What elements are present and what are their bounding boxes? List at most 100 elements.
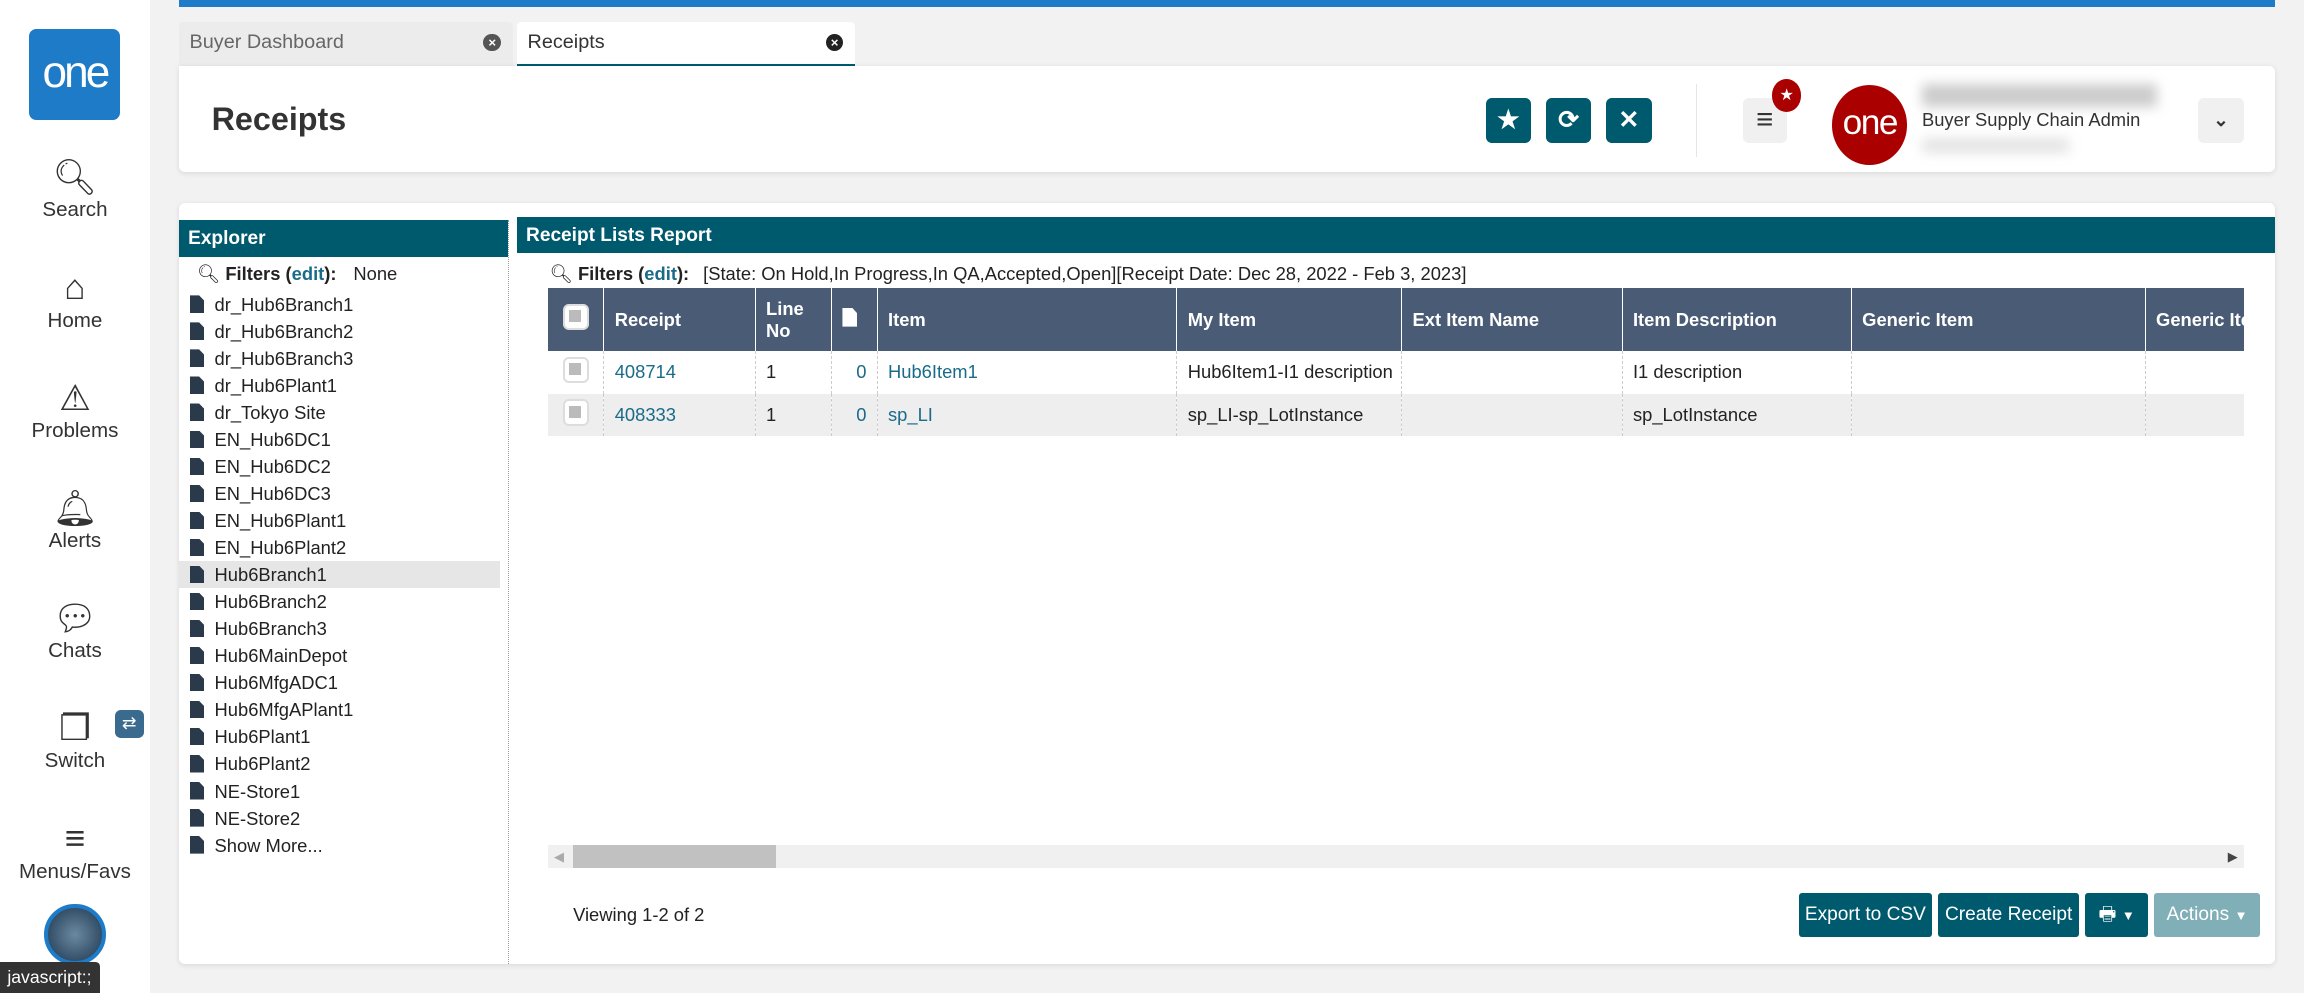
row-checkbox[interactable] <box>548 351 604 394</box>
tab-receipts[interactable]: Receipts × <box>517 22 856 67</box>
tree-item[interactable]: EN_Hub6DC1 <box>179 426 499 453</box>
document-icon <box>189 349 205 368</box>
tree-item-label: EN_Hub6DC2 <box>214 456 331 478</box>
scroll-thumb[interactable] <box>573 844 776 869</box>
create-receipt-button[interactable]: Create Receipt <box>1938 893 2080 938</box>
tree-item[interactable]: Hub6Plant2 <box>179 750 499 777</box>
document-icon <box>189 376 205 395</box>
nav-alerts[interactable]: 🔔︎ Alerts <box>0 488 150 553</box>
close-button[interactable]: ✕ <box>1606 98 1652 143</box>
search-icon: 🔍︎ <box>52 158 98 198</box>
tree-item[interactable]: Hub6Branch3 <box>179 615 499 642</box>
tree-item[interactable]: Hub6MfgAPlant1 <box>179 696 499 723</box>
col-generic-item-2[interactable]: Generic Item <box>2144 288 2244 352</box>
user-name-blurred <box>1921 83 2158 108</box>
tree-item-label: EN_Hub6Plant1 <box>214 510 347 532</box>
export-csv-button[interactable]: Export to CSV <box>1798 893 1933 938</box>
tree-item[interactable]: EN_Hub6Plant2 <box>179 534 499 561</box>
tree-item[interactable]: NE-Store2 <box>179 805 499 832</box>
tree-item-label: NE-Store2 <box>214 807 301 829</box>
tree-item[interactable]: EN_Hub6Plant1 <box>179 507 499 534</box>
col-ext-item-name[interactable]: Ext Item Name <box>1401 288 1623 352</box>
nav-problems[interactable]: ⚠ Problems <box>0 378 150 443</box>
tree-item[interactable]: EN_Hub6DC2 <box>179 453 499 480</box>
tree-item[interactable]: Hub6MfgADC1 <box>179 669 499 696</box>
chat-icon: 💬︎ <box>52 599 98 639</box>
edit-filters-link[interactable]: edit <box>292 263 325 284</box>
report-filters: 🔍︎ Filters (edit): [State: On Hold,In Pr… <box>549 263 1467 285</box>
receipt-link[interactable]: 408333 <box>603 393 756 437</box>
documents-link[interactable]: 0 <box>831 393 878 437</box>
tree-item[interactable]: NE-Store1 <box>179 778 499 805</box>
actions-label: Actions <box>2166 904 2230 926</box>
favorites-badge-icon[interactable]: ★ <box>1772 79 1802 112</box>
select-all-checkbox[interactable] <box>548 288 604 352</box>
filters-label: Filters <box>577 263 634 285</box>
item-link[interactable]: Hub6Item1 <box>876 351 1177 394</box>
refresh-button[interactable]: ⟳ <box>1545 98 1592 143</box>
print-button[interactable]: 🖶︎ ▼ <box>2085 893 2149 938</box>
divider <box>1695 83 1698 158</box>
tree-item-label: Hub6Branch2 <box>214 591 327 613</box>
tree-item[interactable]: Hub6Branch2 <box>179 588 499 615</box>
row-checkbox[interactable] <box>548 393 604 437</box>
close-tab-icon[interactable]: × <box>483 33 502 52</box>
nav-chats[interactable]: 💬︎ Chats <box>0 598 150 663</box>
user-role: Buyer Supply Chain Admin <box>1921 108 2141 130</box>
tab-label: Buyer Dashboard <box>189 30 344 53</box>
user-menu-chevron-icon[interactable]: ⌄ <box>2198 98 2244 143</box>
tree-item[interactable]: Show More... <box>179 832 499 859</box>
col-item-description[interactable]: Item Description <box>1621 288 1852 352</box>
page-title: Receipts <box>211 101 347 138</box>
tree-item[interactable]: dr_Hub6Plant1 <box>179 372 499 399</box>
caret-down-icon: ▼ <box>2121 908 2135 924</box>
tree-item[interactable]: dr_Hub6Branch3 <box>179 345 499 372</box>
tree-item-label: dr_Hub6Branch1 <box>214 293 354 315</box>
tree-item[interactable]: Hub6Branch1 <box>179 561 500 589</box>
tree-item[interactable]: EN_Hub6DC3 <box>179 480 499 507</box>
item-link[interactable]: sp_LI <box>876 393 1177 437</box>
app-logo[interactable]: one <box>29 29 121 121</box>
actions-button[interactable]: Actions ▼ <box>2154 893 2260 938</box>
col-item[interactable]: Item <box>876 288 1177 352</box>
filters-label: Filters <box>225 263 281 285</box>
table-row[interactable]: 408714 1 0 Hub6Item1 Hub6Item1-I1 descriptio… <box>548 351 2244 394</box>
search-icon: 🔍︎ <box>196 263 221 285</box>
explorer-divider[interactable] <box>508 220 510 964</box>
tree-item[interactable]: Hub6MainDepot <box>179 642 499 669</box>
nav-search[interactable]: 🔍︎ Search <box>0 157 150 222</box>
nav-home[interactable]: ⌂ Home <box>0 267 150 332</box>
col-my-item[interactable]: My Item <box>1176 288 1402 352</box>
col-documents[interactable] <box>831 288 878 352</box>
scroll-right-icon[interactable]: ▶ <box>2228 849 2238 865</box>
scroll-left-icon[interactable]: ◀ <box>554 849 564 865</box>
tab-buyer-dashboard[interactable]: Buyer Dashboard × <box>179 22 513 67</box>
col-receipt[interactable]: Receipt <box>603 288 756 352</box>
favorite-button[interactable]: ★ <box>1485 98 1532 143</box>
tree-item-label: dr_Hub6Branch3 <box>214 348 354 369</box>
receipt-link[interactable]: 408714 <box>603 351 756 394</box>
nav-menus-favs[interactable]: ≡ Menus/Favs <box>0 818 150 883</box>
tree-item[interactable]: dr_Hub6Branch2 <box>179 318 499 345</box>
swap-icon[interactable]: ⇄ <box>114 709 144 738</box>
tree-item[interactable]: dr_Tokyo Site <box>179 399 499 426</box>
tree-item-label: Hub6Plant2 <box>214 753 311 775</box>
nav-label: Alerts <box>48 528 102 552</box>
filters-value: None <box>353 263 398 285</box>
nav-label: Problems <box>31 418 119 442</box>
tree-item[interactable]: dr_Hub6Branch1 <box>179 291 499 318</box>
assistant-avatar[interactable] <box>44 903 106 966</box>
table-row[interactable]: 408333 1 0 sp_LI sp_LI-sp_LotInstance sp_LotI… <box>548 393 2244 437</box>
edit-filters-link[interactable]: edit <box>644 263 677 284</box>
receipts-table: Receipt Line No Item My Item Ext Item Na… <box>548 288 2244 437</box>
col-generic-item[interactable]: Generic Item <box>1850 288 2146 352</box>
explorer-header: Explorer <box>179 220 509 258</box>
tree-item[interactable]: Hub6Plant1 <box>179 723 499 750</box>
documents-link[interactable]: 0 <box>831 351 878 394</box>
close-tab-icon[interactable]: × <box>825 33 844 52</box>
horizontal-scrollbar[interactable]: ◀ ▶ <box>548 844 2244 869</box>
user-email-blurred <box>1921 138 2069 153</box>
col-line-no[interactable]: Line No <box>754 288 832 352</box>
tree-item-label: dr_Tokyo Site <box>214 402 326 424</box>
tree-item-label: EN_Hub6DC3 <box>214 483 331 505</box>
